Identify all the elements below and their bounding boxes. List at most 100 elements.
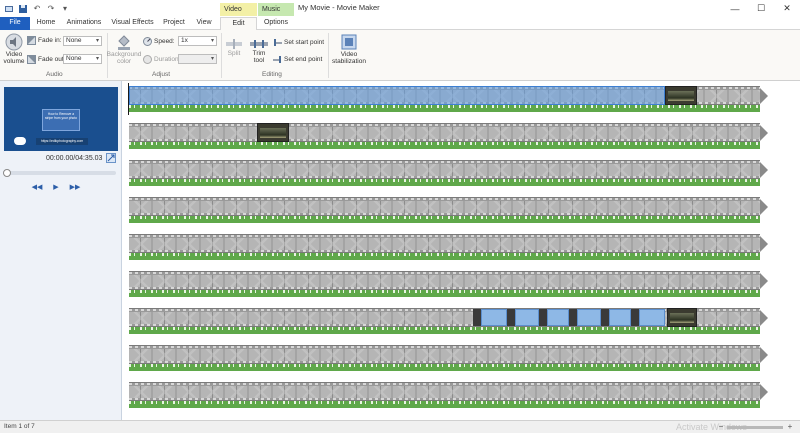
storyboard-row[interactable] bbox=[129, 123, 768, 150]
fade-out-dropdown[interactable]: None ▾ bbox=[63, 54, 102, 64]
blue-slide-clip[interactable] bbox=[481, 309, 507, 326]
tab-edit[interactable]: Edit bbox=[220, 17, 257, 31]
video-clip-thumbnail[interactable] bbox=[257, 123, 289, 142]
audio-track[interactable] bbox=[129, 179, 760, 186]
blue-slide-clip[interactable] bbox=[609, 309, 631, 326]
minimize-button[interactable]: — bbox=[722, 0, 748, 17]
selected-clip[interactable] bbox=[129, 86, 665, 105]
status-bar: Item 1 of 7 Activate Windows − + bbox=[0, 420, 800, 433]
redo-icon[interactable]: ↷ bbox=[46, 4, 56, 14]
expand-icon bbox=[107, 154, 115, 162]
clock-icon bbox=[143, 55, 152, 64]
app-icon[interactable] bbox=[4, 4, 14, 14]
video-volume-label: Video volume bbox=[3, 51, 25, 65]
tab-animations[interactable]: Animations bbox=[64, 17, 104, 30]
tab-file[interactable]: File bbox=[0, 17, 30, 30]
storyboard-row[interactable] bbox=[129, 160, 768, 187]
chevron-down-icon: ▾ bbox=[210, 56, 214, 62]
split-icon bbox=[226, 39, 242, 49]
transition-marker bbox=[473, 309, 481, 326]
undo-icon[interactable]: ↶ bbox=[32, 4, 42, 14]
customize-toolbar-icon[interactable]: ▾ bbox=[60, 4, 70, 14]
storyboard-row[interactable] bbox=[129, 197, 768, 224]
storyboard-row[interactable] bbox=[129, 86, 768, 113]
row-end-arrow bbox=[760, 162, 768, 178]
duration-row: Duration: bbox=[143, 55, 180, 64]
audio-track[interactable] bbox=[129, 253, 760, 260]
tab-home[interactable]: Home bbox=[34, 17, 58, 30]
set-end-point-button[interactable]: Set end point bbox=[273, 55, 322, 64]
speed-dropdown[interactable]: 1x ▾ bbox=[178, 36, 217, 46]
audio-track[interactable] bbox=[129, 142, 760, 149]
set-start-point-label: Set start point bbox=[284, 39, 325, 46]
video-volume-button[interactable]: Video volume bbox=[3, 33, 25, 65]
zoom-out-button[interactable]: − bbox=[716, 422, 726, 432]
audio-track[interactable] bbox=[129, 290, 760, 297]
video-stabilization-button[interactable]: Video stabilization bbox=[330, 33, 368, 65]
fade-out-label: Fade out: bbox=[38, 56, 66, 63]
audio-track[interactable] bbox=[129, 105, 760, 112]
chevron-down-icon: ▾ bbox=[95, 56, 99, 62]
transition-marker bbox=[507, 309, 515, 326]
video-tools-context-tab[interactable]: Video Tools bbox=[220, 3, 257, 26]
transition-marker bbox=[631, 309, 639, 326]
speed-row: Speed: bbox=[143, 37, 175, 46]
maximize-button[interactable]: ☐ bbox=[748, 0, 774, 17]
row-end-arrow bbox=[760, 125, 768, 141]
storyboard-row[interactable] bbox=[129, 345, 768, 372]
play-button[interactable]: ▶ bbox=[48, 182, 64, 192]
transition-marker bbox=[601, 309, 609, 326]
duration-label: Duration: bbox=[154, 56, 181, 63]
storyboard-row[interactable] bbox=[129, 234, 768, 261]
tab-visual-effects[interactable]: Visual Effects bbox=[110, 17, 155, 30]
fade-out-value: None bbox=[66, 55, 82, 62]
seek-thumb[interactable] bbox=[3, 169, 11, 177]
tab-view[interactable]: View bbox=[193, 17, 215, 30]
fade-in-label: Fade in: bbox=[38, 37, 62, 44]
row-end-arrow bbox=[760, 273, 768, 289]
fade-in-dropdown[interactable]: None ▾ bbox=[63, 36, 102, 46]
video-preview[interactable]: How to Remove a stripe from your photo h… bbox=[4, 87, 118, 151]
adjust-group-label: Adjust bbox=[152, 71, 171, 78]
playhead-cursor[interactable] bbox=[128, 83, 129, 115]
split-label: Split bbox=[227, 50, 241, 57]
fullscreen-preview-button[interactable] bbox=[106, 153, 116, 163]
set-start-point-button[interactable]: Set start point bbox=[273, 38, 324, 47]
trim-tool-button[interactable]: Trim tool bbox=[248, 38, 270, 64]
audio-track[interactable] bbox=[129, 327, 760, 334]
duration-dropdown[interactable]: ▾ bbox=[178, 54, 217, 64]
blue-slide-clip[interactable] bbox=[547, 309, 569, 326]
video-clip-thumbnail[interactable] bbox=[667, 308, 697, 327]
audio-track[interactable] bbox=[129, 401, 760, 408]
fade-in-icon bbox=[27, 36, 36, 45]
audio-track[interactable] bbox=[129, 364, 760, 371]
blue-slide-clip[interactable] bbox=[515, 309, 539, 326]
blue-slide-clip[interactable] bbox=[577, 309, 601, 326]
tab-options[interactable]: Options bbox=[258, 17, 294, 30]
row-end-arrow bbox=[760, 236, 768, 252]
save-icon[interactable] bbox=[18, 4, 28, 14]
music-tools-context-tab[interactable]: Music Tools bbox=[258, 3, 294, 26]
storyboard-row[interactable] bbox=[129, 308, 768, 335]
blue-slide-clip[interactable] bbox=[639, 309, 665, 326]
tab-project[interactable]: Project bbox=[160, 17, 188, 30]
preview-url-text: https://edikphotography.com bbox=[36, 138, 88, 145]
storyboard-row[interactable] bbox=[129, 271, 768, 298]
next-frame-button[interactable]: ▶▶ bbox=[68, 182, 82, 192]
zoom-in-button[interactable]: + bbox=[785, 422, 795, 432]
background-color-button[interactable]: Background color bbox=[106, 33, 142, 65]
video-clip-thumbnail[interactable] bbox=[665, 86, 697, 105]
storyboard[interactable] bbox=[122, 81, 800, 420]
storyboard-row[interactable] bbox=[129, 382, 768, 409]
timecode: 00:00.00/04:35.03 bbox=[46, 155, 103, 162]
group-divider bbox=[328, 33, 329, 78]
split-button[interactable]: Split bbox=[224, 38, 244, 57]
background-color-label: Background color bbox=[106, 51, 142, 65]
close-button[interactable]: ✕ bbox=[774, 0, 800, 17]
audio-track[interactable] bbox=[129, 216, 760, 223]
seek-bar[interactable] bbox=[4, 171, 116, 175]
previous-frame-button[interactable]: ◀◀ bbox=[30, 182, 44, 192]
trim-icon bbox=[250, 40, 268, 48]
zoom-slider[interactable] bbox=[727, 426, 783, 429]
fade-out-icon bbox=[27, 55, 36, 64]
